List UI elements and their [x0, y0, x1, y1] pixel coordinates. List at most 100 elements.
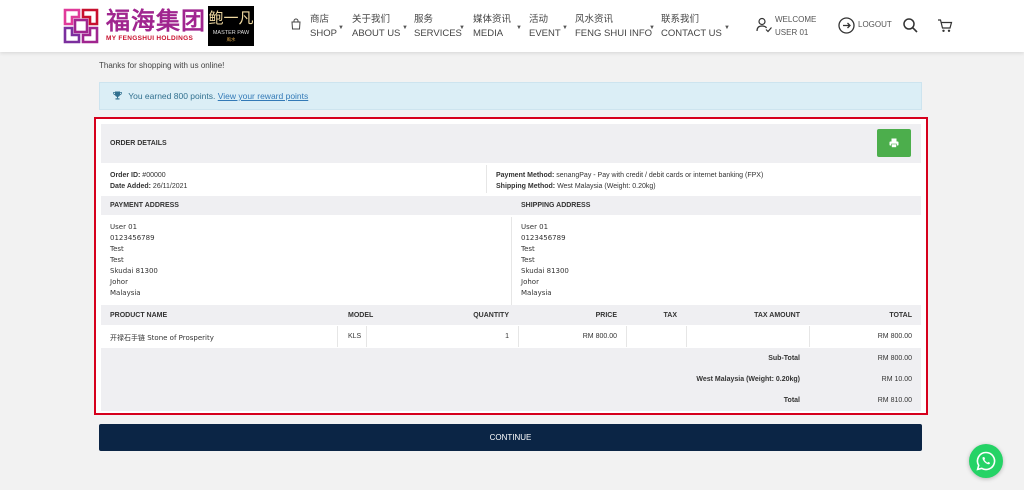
logout-label: LOGOUT [858, 20, 892, 29]
order-details-header: ORDER DETAILS [101, 124, 921, 163]
nav-item-shop[interactable]: 商店 SHOP ▼ [290, 0, 352, 52]
subtotal-label: Sub-Total [768, 355, 800, 362]
site-header: 福海集团 MY FENGSHUI HOLDINGS 鲍一凡 MASTER PAW… [0, 0, 1024, 52]
nav-label-en: EVENT [529, 28, 561, 39]
product-quantity: 1 [505, 333, 509, 340]
divider [518, 326, 519, 347]
total-label: Total [783, 397, 800, 404]
totals-row: Total RM 810.00 [101, 390, 921, 411]
address-line: Test [521, 256, 535, 264]
address-line: Skudai 81300 [521, 267, 569, 275]
order-totals: Sub-Total RM 800.00 West Malaysia (Weigh… [101, 348, 921, 411]
logo-english-text: MY FENGSHUI HOLDINGS [106, 35, 194, 42]
nav-item-services[interactable]: 服务 SERVICES ▼ [414, 0, 473, 52]
user-check-icon [756, 17, 772, 33]
date-added-label: Date Added: [110, 183, 151, 190]
print-icon [889, 138, 899, 148]
divider [809, 326, 810, 347]
address-line: Skudai 81300 [110, 267, 158, 275]
nav-label-en: SHOP [310, 28, 337, 39]
nav-item-fengshui-info[interactable]: 风水资讯 FENG SHUI INFO ▼ [575, 0, 661, 52]
logo-knot-icon [63, 8, 99, 44]
subtotal-value: RM 800.00 [877, 355, 912, 362]
master-paw-english: MASTER PAW [212, 30, 250, 36]
order-info: Order ID: #00000 Date Added: 26/11/2021 … [101, 165, 921, 193]
col-total: TOTAL [889, 312, 912, 319]
master-paw-logo[interactable]: 鲍一凡 MASTER PAW 風水 [208, 6, 254, 46]
search-icon[interactable] [903, 18, 918, 33]
welcome-text: WELCOME [775, 15, 817, 24]
master-paw-chinese: 鲍一凡 [208, 9, 254, 27]
thanks-message: Thanks for shopping with us online! [99, 61, 225, 70]
nav-item-about[interactable]: 关于我们 ABOUT US ▼ [352, 0, 414, 52]
chevron-down-icon: ▼ [516, 25, 522, 31]
order-id: #00000 [142, 172, 166, 179]
shopping-bag-icon [291, 18, 301, 30]
date-added: 26/11/2021 [152, 183, 188, 190]
divider [511, 217, 512, 305]
divider [366, 326, 367, 347]
nav-item-contact[interactable]: 联系我们 CONTACT US ▼ [661, 0, 737, 52]
divider [626, 326, 627, 347]
col-price: PRICE [595, 312, 617, 319]
divider [486, 165, 487, 193]
nav-label-cn: 关于我们 [352, 14, 391, 25]
product-price: RM 800.00 [582, 333, 617, 340]
chevron-down-icon: ▼ [724, 25, 730, 31]
nav-label-cn: 商店 [310, 14, 330, 25]
user-name: USER 01 [775, 28, 809, 37]
totals-row: West Malaysia (Weight: 0.20kg) RM 10.00 [101, 369, 921, 390]
print-button[interactable] [877, 129, 911, 157]
totals-row: Sub-Total RM 800.00 [101, 348, 921, 369]
view-reward-points-link[interactable]: View your reward points [218, 91, 309, 101]
address-line: Malaysia [521, 289, 552, 297]
nav-item-media[interactable]: 媒体资讯 MEDIA ▼ [473, 0, 529, 52]
chevron-down-icon: ▼ [649, 25, 655, 31]
total-value: RM 810.00 [877, 397, 912, 404]
address-line: Test [110, 245, 124, 253]
address-line: Malaysia [110, 289, 141, 297]
whatsapp-icon [976, 451, 996, 471]
logout-link[interactable]: LOGOUT [838, 17, 892, 34]
shipping-address-title: SHIPPING ADDRESS [521, 202, 591, 209]
address-line: Johor [110, 278, 128, 286]
payment-method: senangPay - Pay with credit / debit card… [556, 172, 764, 179]
reward-points-text: You earned 800 points. [128, 91, 216, 101]
address-line: Test [521, 245, 535, 253]
address-line: User 01 [110, 223, 138, 231]
product-name[interactable]: 开禄石手链 Stone of Prosperity [110, 333, 214, 343]
user-account-link[interactable]: WELCOME USER 01 [756, 13, 816, 39]
trophy-icon [113, 91, 122, 100]
brand-logo[interactable]: 福海集团 MY FENGSHUI HOLDINGS [62, 7, 206, 45]
whatsapp-button[interactable] [969, 444, 1003, 478]
master-paw-sub: 風水 [226, 37, 236, 42]
chevron-down-icon: ▼ [338, 25, 344, 31]
payment-address: User 01 0123456789 Test Test Skudai 8130… [110, 222, 158, 299]
shipping-method-label: Shipping Method: [496, 183, 556, 190]
main-nav: 商店 SHOP ▼ 关于我们 ABOUT US ▼ 服务 SERVICES ▼ … [290, 0, 737, 52]
divider [686, 326, 687, 347]
cart-icon[interactable] [937, 18, 953, 33]
logo-chinese-text: 福海集团 [106, 6, 206, 35]
nav-label-cn: 媒体资讯 [473, 14, 512, 25]
chevron-down-icon: ▼ [459, 25, 465, 31]
order-details-panel: ORDER DETAILS Order ID: #00000 Date Adde… [94, 117, 928, 415]
nav-label-cn: 活动 [529, 14, 549, 25]
address-line: 0123456789 [521, 234, 566, 242]
payment-address-title: PAYMENT ADDRESS [110, 202, 179, 209]
shipping-address: User 01 0123456789 Test Test Skudai 8130… [521, 222, 569, 299]
chevron-down-icon: ▼ [402, 25, 408, 31]
product-table-header: PRODUCT NAME MODEL QUANTITY PRICE TAX TA… [101, 305, 921, 325]
shipping-value: RM 10.00 [881, 376, 912, 383]
nav-item-event[interactable]: 活动 EVENT ▼ [529, 0, 575, 52]
chevron-down-icon: ▼ [562, 25, 568, 31]
address-header: PAYMENT ADDRESS SHIPPING ADDRESS [101, 196, 921, 215]
shipping-label: West Malaysia (Weight: 0.20kg) [696, 376, 800, 383]
col-tax-amount: TAX AMOUNT [754, 312, 800, 319]
divider [337, 326, 338, 347]
address-line: Test [110, 256, 124, 264]
col-model: MODEL [348, 312, 374, 319]
col-tax: TAX [663, 312, 677, 319]
order-details-title: ORDER DETAILS [110, 140, 167, 147]
continue-button[interactable]: CONTINUE [99, 424, 922, 451]
